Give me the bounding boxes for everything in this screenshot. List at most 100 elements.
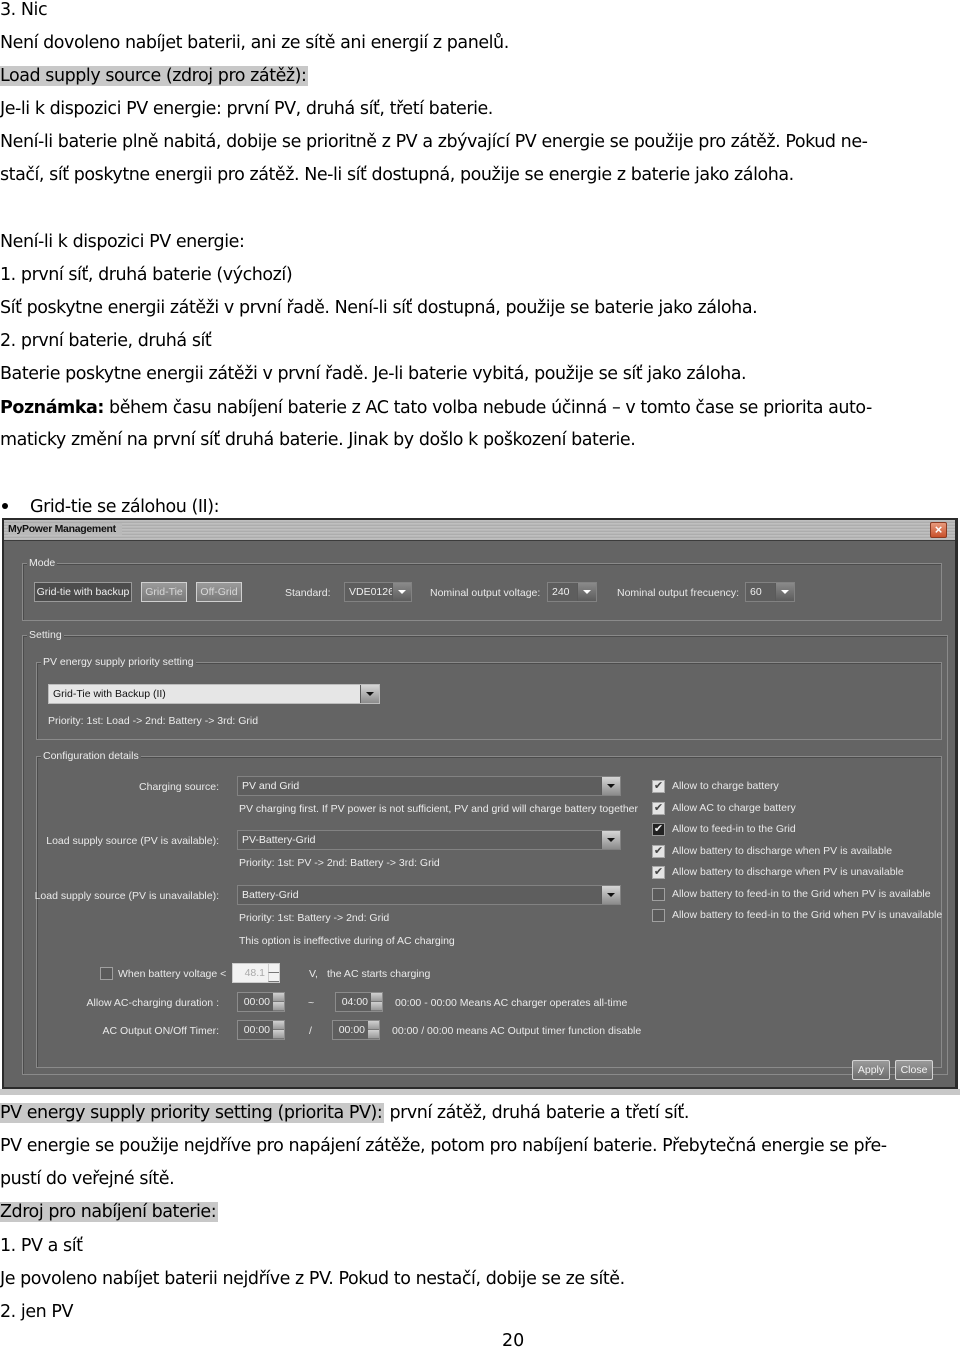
bullet-heading-text: Grid-tie se zálohou (II): <box>30 497 220 517</box>
document-line: Load supply source (zdroj pro zátěž): <box>0 64 309 88</box>
spinner-arrows-icon[interactable] <box>273 993 284 1011</box>
ac-output-off-spinner[interactable]: 00:00 <box>332 1020 380 1040</box>
pv-priority-highlight: PV energy supply priority setting (prior… <box>0 1103 385 1123</box>
pv-priority-paragraph: PV energy supply priority setting (prior… <box>0 1101 689 1125</box>
window-bottom-edge <box>0 1089 960 1095</box>
chevron-down-icon[interactable] <box>577 583 596 601</box>
list-item-1-desc: Je povoleno nabíjet baterii nejdříve z P… <box>0 1269 625 1289</box>
line-text: 2. první baterie, druhá síť <box>0 331 212 351</box>
page-number: 20 <box>502 1331 525 1349</box>
chevron-down-icon[interactable] <box>392 583 411 601</box>
chevron-down-icon[interactable] <box>601 777 620 795</box>
nominal-voltage-label: Nominal output voltage: <box>430 587 541 599</box>
ac-charging-end-value: 04:00 <box>341 996 368 1008</box>
nominal-voltage-select[interactable]: 240 <box>547 582 597 602</box>
nominal-frequency-value: 60 <box>750 586 762 598</box>
close-x-icon[interactable]: × <box>930 522 947 538</box>
pv-energy-line-1: PV energie se použije nejdříve pro napáj… <box>0 1136 887 1156</box>
spinner-arrows-icon[interactable] <box>371 993 382 1011</box>
mode-grid-tie-with-backup-button[interactable]: Grid-tie with backup <box>34 582 132 602</box>
checkbox-checked-icon[interactable]: ✔ <box>652 866 665 879</box>
nominal-frequency-select[interactable]: 60 <box>745 582 795 602</box>
line-text: Síť poskytne energii zátěži v první řadě… <box>0 298 758 318</box>
bullet-icon <box>2 502 8 509</box>
line-text: Není-li k dispozici PV energie: <box>0 232 245 252</box>
highlighted-heading: Load supply source (zdroj pro zátěž): <box>0 66 309 86</box>
ac-output-on-spinner[interactable]: 00:00 <box>237 1020 285 1040</box>
pv-priority-value: Grid-Tie with Backup (II) <box>53 688 166 700</box>
chevron-down-icon[interactable] <box>601 831 620 849</box>
checkbox-checked-icon[interactable]: ✔ <box>652 823 665 836</box>
load-pv-available-select[interactable]: PV-Battery-Grid <box>237 830 621 850</box>
document-line: 3. Nic <box>0 0 48 22</box>
ac-output-separator: / <box>309 1025 312 1037</box>
checkbox-label: Allow AC to charge battery <box>672 802 796 814</box>
chevron-down-icon[interactable] <box>775 583 794 601</box>
load-pv-unavailable-value: Battery-Grid <box>242 889 299 901</box>
nominal-frequency-label: Nominal output frecuency: <box>617 587 739 599</box>
pv-priority-select[interactable]: Grid-Tie with Backup (II) <box>48 684 380 704</box>
chevron-down-icon[interactable] <box>360 685 379 703</box>
document-line: 2. první baterie, druhá síť <box>0 329 212 353</box>
charging-source-select[interactable]: PV and Grid <box>237 776 621 796</box>
ac-charging-start-spinner[interactable]: 00:00 <box>237 992 285 1012</box>
close-button[interactable]: Close <box>895 1060 933 1080</box>
checkbox-checked-icon[interactable]: ✔ <box>652 802 665 815</box>
ac-output-off-value: 00:00 <box>338 1024 365 1036</box>
pv-priority-rest: první zátěž, druhá baterie a třetí síť. <box>384 1103 689 1123</box>
ac-output-timer-label: AC Output ON/Off Timer: <box>102 1025 219 1037</box>
chevron-down-icon[interactable] <box>601 886 620 904</box>
line-text: Není dovoleno nabíjet baterii, ani ze sí… <box>0 33 509 53</box>
checkbox-unchecked-icon[interactable] <box>652 909 665 922</box>
load-pv-available-description: Priority: 1st: PV -> 2nd: Battery -> 3rd… <box>239 857 440 869</box>
charging-source-description: PV charging first. If PV power is not su… <box>239 803 639 815</box>
mypower-management-window: MyPower Management × Mode Grid-tie with … <box>2 518 958 1090</box>
checkbox-label: Allow battery to feed-in to the Grid whe… <box>672 888 931 900</box>
mode-off-grid-button[interactable]: Off-Grid <box>196 582 242 602</box>
line-text: Není-li baterie plně nabitá, dobije se p… <box>0 132 868 152</box>
spinner-arrows-icon[interactable] <box>368 1021 379 1039</box>
pv-priority-description: Priority: 1st: Load -> 2nd: Battery -> 3… <box>48 715 259 727</box>
checkbox-label: Allow battery to discharge when PV is av… <box>672 845 893 857</box>
list-item-2: 2. jen PV <box>0 1302 74 1322</box>
ac-charging-duration-label: Allow AC-charging duration : <box>86 997 220 1009</box>
load-pv-available-label: Load supply source (PV is available): <box>46 835 219 847</box>
standard-select[interactable]: VDE0126 <box>344 582 412 602</box>
charging-source-value: PV and Grid <box>242 780 300 792</box>
battery-voltage-spinner[interactable]: 48.1 <box>232 963 280 983</box>
standard-value: VDE0126 <box>349 586 394 598</box>
document-line: Síť poskytne energii zátěži v první řadě… <box>0 296 758 320</box>
note-text: během času nabíjení baterie z AC tato vo… <box>103 398 872 418</box>
line-text: Je-li k dispozici PV energie: první PV, … <box>0 99 493 119</box>
checkbox-label: Allow battery to feed-in to the Grid whe… <box>672 909 943 921</box>
mode-grid-tie-button[interactable]: Grid-Tie <box>141 582 187 602</box>
spinner-arrows-icon[interactable] <box>273 1021 284 1039</box>
ac-charging-end-spinner[interactable]: 04:00 <box>335 992 383 1012</box>
document-line: Baterie poskytne energii zátěži v první … <box>0 362 747 386</box>
battery-voltage-checkbox[interactable] <box>100 967 113 980</box>
checkbox-checked-icon[interactable]: ✔ <box>652 780 665 793</box>
line-text: 3. Nic <box>0 0 48 20</box>
load-pv-unavailable-description: Priority: 1st: Battery -> 2nd: Grid <box>239 912 390 924</box>
checkbox-checked-icon[interactable]: ✔ <box>652 845 665 858</box>
note-line-1: Poznámka: během času nabíjení baterie z … <box>0 396 872 420</box>
charging-source-heading: Zdroj pro nabíjení baterie: <box>0 1200 219 1224</box>
checkbox-unchecked-icon[interactable] <box>652 888 665 901</box>
apply-button[interactable]: Apply <box>852 1060 890 1080</box>
document-line: Není-li k dispozici PV energie: <box>0 230 245 254</box>
line-text: 1. první síť, druhá baterie (výchozí) <box>0 265 293 285</box>
ac-charging-start-value: 00:00 <box>243 996 270 1008</box>
configuration-details-legend: Configuration details <box>41 749 141 763</box>
checkbox-label: Allow to charge battery <box>672 780 779 792</box>
document-line: Není-li baterie plně nabitá, dobije se p… <box>0 130 868 154</box>
window-titlebar[interactable]: MyPower Management × <box>4 520 955 541</box>
checkbox-label: Allow battery to discharge when PV is un… <box>672 866 904 878</box>
load-pv-unavailable-select[interactable]: Battery-Grid <box>237 885 621 905</box>
setting-legend: Setting <box>27 628 64 642</box>
bullet-heading: Grid-tie se zálohou (II): <box>0 495 220 519</box>
document-line: 1. první síť, druhá baterie (výchozí) <box>0 263 293 287</box>
battery-voltage-label: When battery voltage < <box>118 968 227 980</box>
spinner-arrows-icon[interactable] <box>268 964 279 982</box>
note-line-2: maticky změní na první síť druhá baterie… <box>0 430 636 450</box>
pv-priority-legend: PV energy supply priority setting <box>41 655 196 669</box>
